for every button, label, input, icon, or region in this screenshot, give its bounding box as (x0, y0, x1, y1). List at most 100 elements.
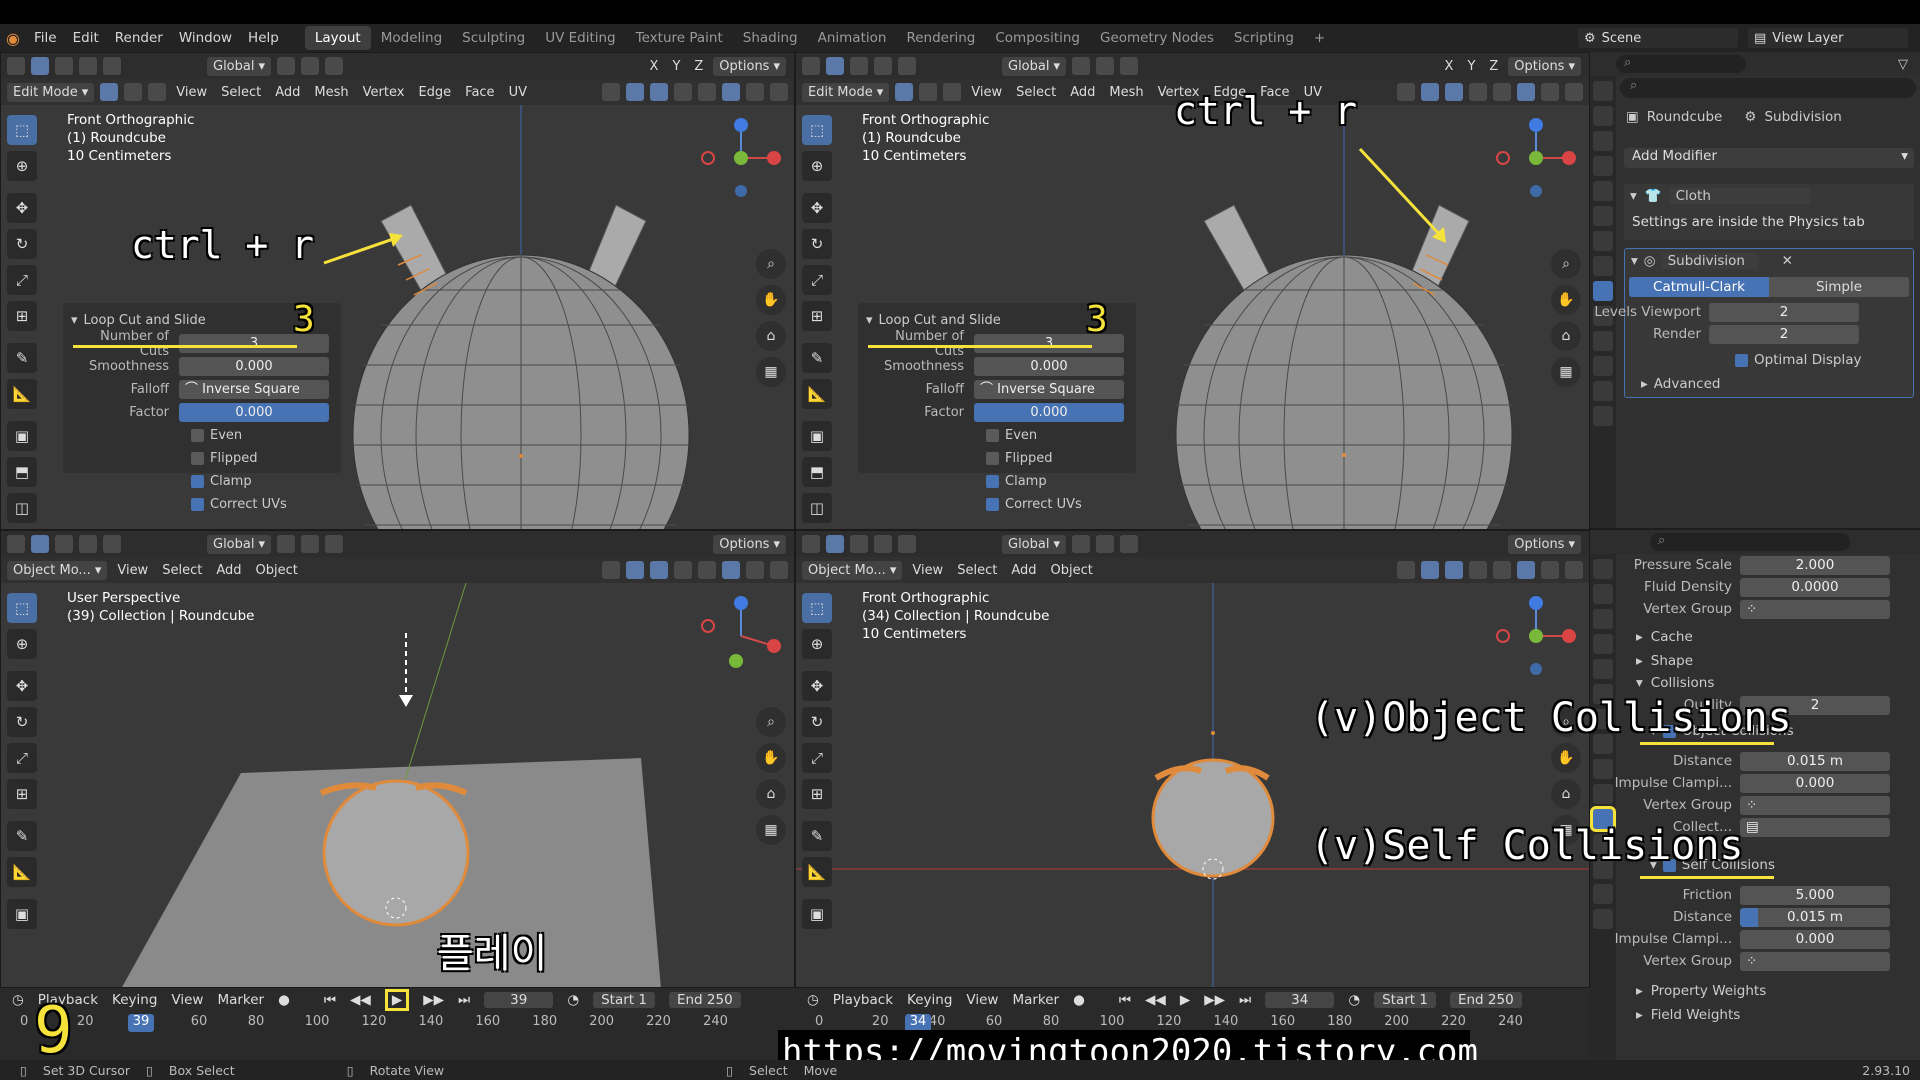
menu-vertex[interactable]: Vertex (359, 85, 409, 100)
snap-icon[interactable] (1096, 57, 1115, 75)
simple-button[interactable]: Simple (1769, 277, 1909, 297)
tab-layout[interactable]: Layout (304, 26, 371, 50)
proportional-icon[interactable] (325, 535, 344, 553)
add-cube-tool[interactable]: ▣ (7, 421, 37, 451)
overlay-icon[interactable] (1445, 83, 1463, 101)
cloth-header[interactable]: ▾ 👕 Cloth (1624, 184, 1914, 208)
tab-modeling[interactable]: Modeling (371, 26, 452, 50)
perspective-icon[interactable]: ▦ (756, 815, 786, 845)
camera-icon[interactable]: ⌂ (1551, 779, 1581, 809)
menu-select[interactable]: Select (158, 563, 206, 578)
collision-collection-field[interactable]: ▤ (1740, 817, 1890, 837)
jump-end-icon[interactable]: ⏭ (1239, 992, 1251, 1008)
material-shading-icon[interactable] (746, 83, 764, 101)
flipped-checkbox[interactable] (986, 452, 999, 465)
mode-dropdown[interactable]: Object Mo... ▾ (802, 560, 903, 580)
pivot-icon[interactable] (277, 535, 296, 553)
proportional-icon[interactable] (1120, 535, 1139, 553)
transform-orientation-dropdown[interactable]: Global ▾ (207, 56, 272, 76)
add-cube-tool[interactable]: ▣ (7, 899, 37, 929)
clamp-checkbox[interactable] (986, 475, 999, 488)
play-button[interactable]: ▶ (1180, 992, 1190, 1008)
start-frame-field[interactable]: Start 1 (1374, 992, 1436, 1008)
cursor-tool[interactable]: ⊕ (802, 629, 832, 659)
add-cube-tool[interactable]: ▣ (802, 899, 832, 929)
select-mode-icon[interactable] (898, 57, 916, 75)
marker-menu[interactable]: Marker (1012, 992, 1059, 1008)
current-frame-field[interactable]: 34 (1265, 992, 1335, 1008)
self-friction-field[interactable]: 5.000 (1740, 885, 1890, 905)
select-box-tool[interactable]: ⬚ (802, 593, 832, 623)
annotate-tool[interactable]: ✎ (802, 343, 832, 373)
menu-view[interactable]: View (908, 563, 947, 578)
modifier-tab-icon[interactable] (1593, 281, 1613, 301)
scale-tool[interactable]: ⤢ (7, 265, 37, 295)
gizmo-icon[interactable] (626, 561, 644, 579)
view-layer-tab-icon[interactable] (1593, 634, 1613, 654)
measure-tool[interactable]: 📐 (802, 857, 832, 887)
object-impulse-clamping-field[interactable]: 0.000 (1740, 773, 1890, 793)
view-menu[interactable]: View (966, 992, 998, 1008)
options-dropdown[interactable]: Options ▾ (1508, 534, 1581, 554)
proportional-icon[interactable] (1120, 57, 1139, 75)
object-collision-vertex-group-field[interactable]: ⁘ (1740, 795, 1890, 815)
tab-animation[interactable]: Animation (808, 26, 897, 50)
property-weights-subpanel[interactable]: ▸ Property Weights (1636, 980, 1920, 1002)
menu-render[interactable]: Render (107, 30, 171, 46)
visibility-icon[interactable] (1397, 561, 1415, 579)
tab-rendering[interactable]: Rendering (896, 26, 985, 50)
navigation-gizmo[interactable] (696, 113, 786, 203)
cursor-tool[interactable]: ⊕ (7, 629, 37, 659)
extrude-tool[interactable]: ⬒ (7, 457, 37, 487)
menu-face[interactable]: Face (461, 85, 498, 100)
measure-tool[interactable]: 📐 (7, 379, 37, 409)
gizmo-icon[interactable] (1421, 83, 1439, 101)
select-box-tool[interactable]: ⬚ (7, 593, 37, 623)
end-frame-field[interactable]: End 250 (1449, 992, 1522, 1008)
xray-icon[interactable] (1469, 83, 1487, 101)
rotate-tool[interactable]: ↻ (802, 707, 832, 737)
xray-icon[interactable] (674, 561, 692, 579)
annotate-tool[interactable]: ✎ (7, 343, 37, 373)
mode-dropdown[interactable]: Object Mo... ▾ (7, 560, 108, 580)
transform-tool[interactable]: ⊞ (802, 301, 832, 331)
select-mode-icon[interactable] (874, 57, 892, 75)
object-collision-distance-field[interactable]: 0.015 m (1740, 751, 1890, 771)
scene-selector[interactable]: ⚙ Scene (1578, 28, 1738, 48)
menu-mesh[interactable]: Mesh (1105, 85, 1147, 100)
flipped-checkbox[interactable] (191, 452, 204, 465)
select-box-tool[interactable]: ⬚ (7, 115, 37, 145)
scale-tool[interactable]: ⤢ (802, 743, 832, 773)
record-icon[interactable]: ● (1073, 992, 1085, 1008)
pan-hand-icon[interactable]: ✋ (756, 743, 786, 773)
playback-menu[interactable]: Playback (833, 992, 893, 1008)
scene-tab-icon[interactable] (1593, 181, 1613, 201)
navigation-gizmo[interactable] (1491, 591, 1581, 681)
rendered-shading-icon[interactable] (770, 561, 788, 579)
overlay-icon[interactable] (1445, 561, 1463, 579)
menu-add[interactable]: Add (1007, 563, 1040, 578)
cursor-tool[interactable]: ⊕ (802, 151, 832, 181)
self-collision-distance-field[interactable]: 0.015 m (1740, 907, 1890, 927)
scene-canvas[interactable] (796, 583, 1590, 988)
menu-add[interactable]: Add (1066, 85, 1099, 100)
grid-icon[interactable]: ▦ (1551, 357, 1581, 387)
select-mode-icon[interactable] (79, 57, 97, 75)
proportional-icon[interactable] (325, 57, 344, 75)
collection-tab-icon[interactable] (1593, 231, 1613, 251)
pivot-icon[interactable] (1072, 57, 1091, 75)
zoom-icon[interactable]: ⌕ (756, 707, 786, 737)
rendered-shading-icon[interactable] (1565, 83, 1583, 101)
menu-add[interactable]: Add (212, 563, 245, 578)
annotate-tool[interactable]: ✎ (7, 821, 37, 851)
select-mode-icon[interactable] (850, 535, 868, 553)
scale-tool[interactable]: ⤢ (7, 743, 37, 773)
editor-type-icon[interactable] (7, 57, 25, 75)
select-mode-icon[interactable] (850, 57, 868, 75)
pressure-scale-field[interactable]: 2.000 (1740, 555, 1890, 575)
smoothness-field[interactable]: 0.000 (179, 357, 329, 376)
clamp-checkbox[interactable] (191, 475, 204, 488)
catmull-clark-button[interactable]: Catmull-Clark (1629, 277, 1769, 297)
select-mode-icon[interactable] (874, 535, 892, 553)
wireframe-shading-icon[interactable] (1493, 561, 1511, 579)
